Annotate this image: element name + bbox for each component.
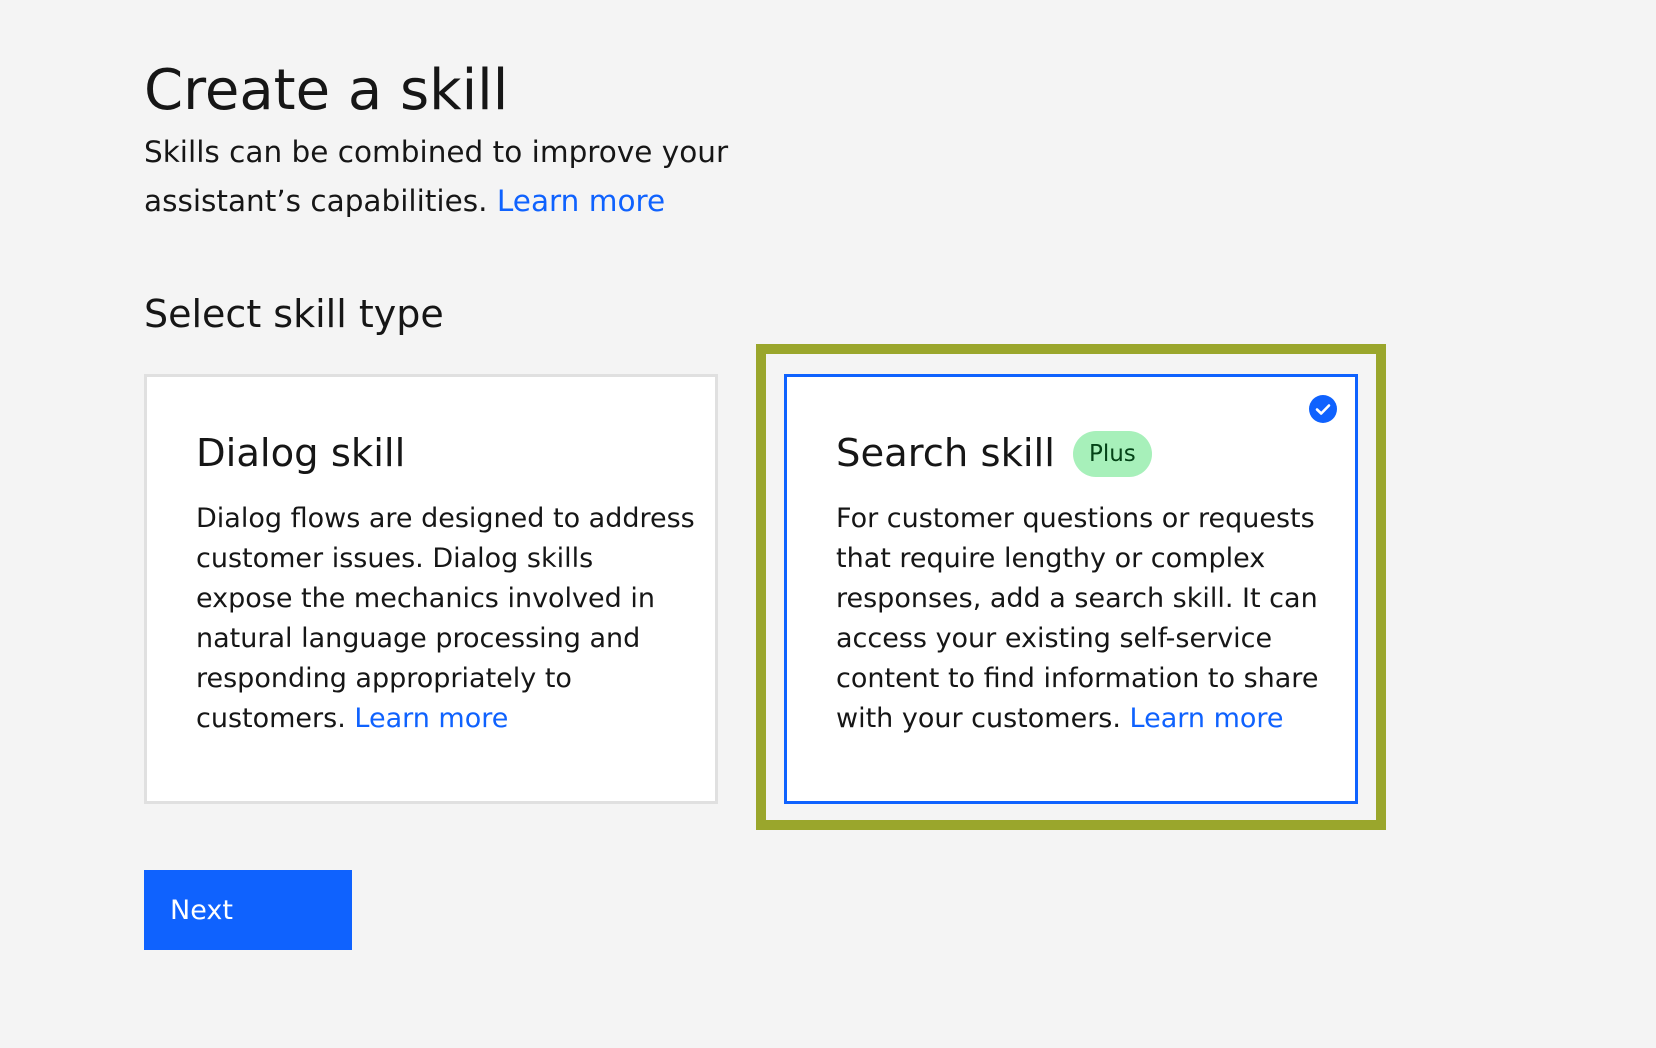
checkmark-filled-icon [1309,395,1337,423]
search-skill-description-text: For customer questions or requests that … [836,503,1319,734]
dialog-skill-title: Dialog skill [196,431,406,476]
dialog-skill-card[interactable]: Dialog skill Dialog flows are designed t… [144,374,718,804]
dialog-skill-description: Dialog flows are designed to address cus… [196,499,696,739]
dialog-skill-title-row: Dialog skill [196,429,405,479]
search-skill-description: For customer questions or requests that … [836,499,1336,739]
dialog-skill-learn-more-link[interactable]: Learn more [354,703,508,734]
section-heading: Select skill type [144,292,444,336]
plus-badge: Plus [1072,431,1152,477]
learn-more-link[interactable]: Learn more [497,184,665,218]
dialog-skill-description-text: Dialog flows are designed to address cus… [196,503,695,734]
search-skill-title-row: Search skill Plus [836,429,1152,479]
search-skill-card[interactable]: Search skill Plus For customer questions… [784,374,1358,804]
page-title: Create a skill [144,58,509,123]
next-button[interactable]: Next [144,870,352,950]
search-skill-title: Search skill [836,431,1055,476]
search-skill-learn-more-link[interactable]: Learn more [1130,703,1284,734]
page-description: Skills can be combined to improve your a… [144,128,884,226]
